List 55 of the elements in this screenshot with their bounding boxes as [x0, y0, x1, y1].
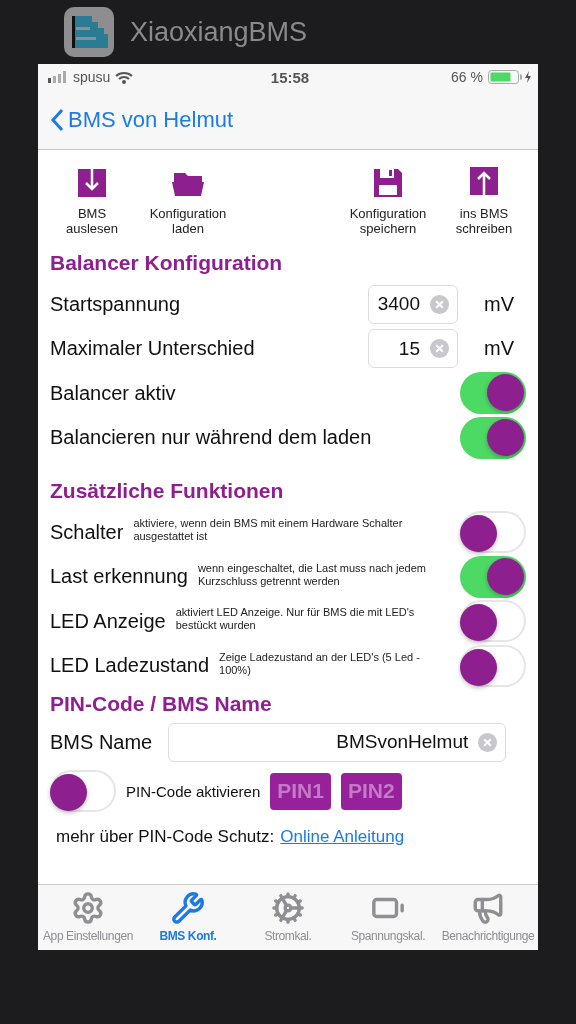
setting-description: aktiviere, wenn dein BMS mit einem Hardware Schalter ausgestattet ist: [133, 517, 404, 545]
tab[interactable]: BMS Konf.: [138, 885, 238, 950]
setting-description: aktiviert LED Anzeige. Nur für BMS die mit LED's bestückt wurden: [175, 606, 416, 634]
toggle-switch[interactable]: [460, 372, 526, 415]
battery-charging-icon: [488, 70, 532, 84]
download-icon: [75, 166, 109, 200]
chevron-left-icon: [50, 107, 64, 132]
toolbar-button[interactable]: Konfiguration speichern: [346, 166, 430, 236]
megaphone-icon: [471, 891, 505, 925]
online-guide-link[interactable]: Online Anleitung: [280, 827, 405, 847]
toggle-switch[interactable]: [460, 416, 526, 459]
setting-label: BMS Name: [50, 730, 153, 754]
setting-description: Zeige Ladezustand an der LED's (5 Led - 100%): [219, 650, 421, 678]
clock: 15:58: [270, 68, 310, 86]
setting-label: Schalter: [50, 520, 124, 544]
input-field[interactable]: 3400: [368, 284, 458, 324]
toggle-switch[interactable]: [50, 770, 116, 812]
setting-label: Balancer aktiv: [50, 381, 176, 405]
tab[interactable]: Stromkal.: [238, 885, 338, 950]
setting-label: Startspannung: [50, 292, 181, 316]
setting-label: Last erkennung: [50, 565, 188, 589]
battery-percentage: 66 %: [451, 69, 483, 85]
wrench-icon: [171, 891, 205, 925]
wifi-icon: [115, 70, 134, 84]
tab[interactable]: App Einstellungen: [38, 885, 138, 950]
gear-icon: [71, 891, 105, 925]
carrier-name: spusu: [73, 69, 111, 85]
info-text: mehr über PIN-Code Schutz:: [56, 827, 275, 847]
input-field[interactable]: 15: [368, 329, 458, 369]
unit-label: mV: [484, 292, 515, 316]
unit-label: mV: [484, 337, 515, 361]
setting-label: Balancieren nur während dem laden: [50, 426, 372, 450]
toggle-switch[interactable]: [460, 511, 526, 554]
tab[interactable]: Benachrichtigunge: [438, 885, 538, 950]
toggle-label: PIN-Code aktivieren: [126, 782, 261, 800]
app-icon[interactable]: [64, 7, 114, 57]
setting-description: wenn eingeschaltet, die Last muss nach jedem Kurzschluss getrennt werden: [197, 561, 427, 589]
back-button[interactable]: BMS von Helmut: [50, 106, 234, 133]
signal-icon: [48, 71, 68, 83]
app-name: XiaoxiangBMS: [130, 16, 308, 48]
setting-label: LED Ladezustand: [50, 654, 209, 678]
toolbar-button[interactable]: BMS auslesen: [50, 166, 134, 236]
input-field[interactable]: BMSvonHelmut: [168, 722, 507, 762]
cog-icon: [271, 891, 305, 925]
toggle-switch[interactable]: [460, 555, 526, 598]
toolbar-button[interactable]: Konfiguration laden: [146, 166, 230, 236]
section-title: Balancer Konfiguration: [50, 250, 284, 276]
toolbar-button[interactable]: ins BMS schreiben: [442, 166, 526, 236]
setting-label: Maximaler Unterschied: [50, 337, 255, 361]
tab[interactable]: Spannungskal.: [338, 885, 438, 950]
toggle-switch[interactable]: [460, 600, 526, 643]
setting-label: LED Anzeige: [50, 609, 166, 633]
section-title: PIN-Code / BMS Name: [50, 691, 273, 717]
section-title: Zusätzliche Funktionen: [50, 478, 285, 504]
toggle-switch[interactable]: [460, 644, 526, 687]
